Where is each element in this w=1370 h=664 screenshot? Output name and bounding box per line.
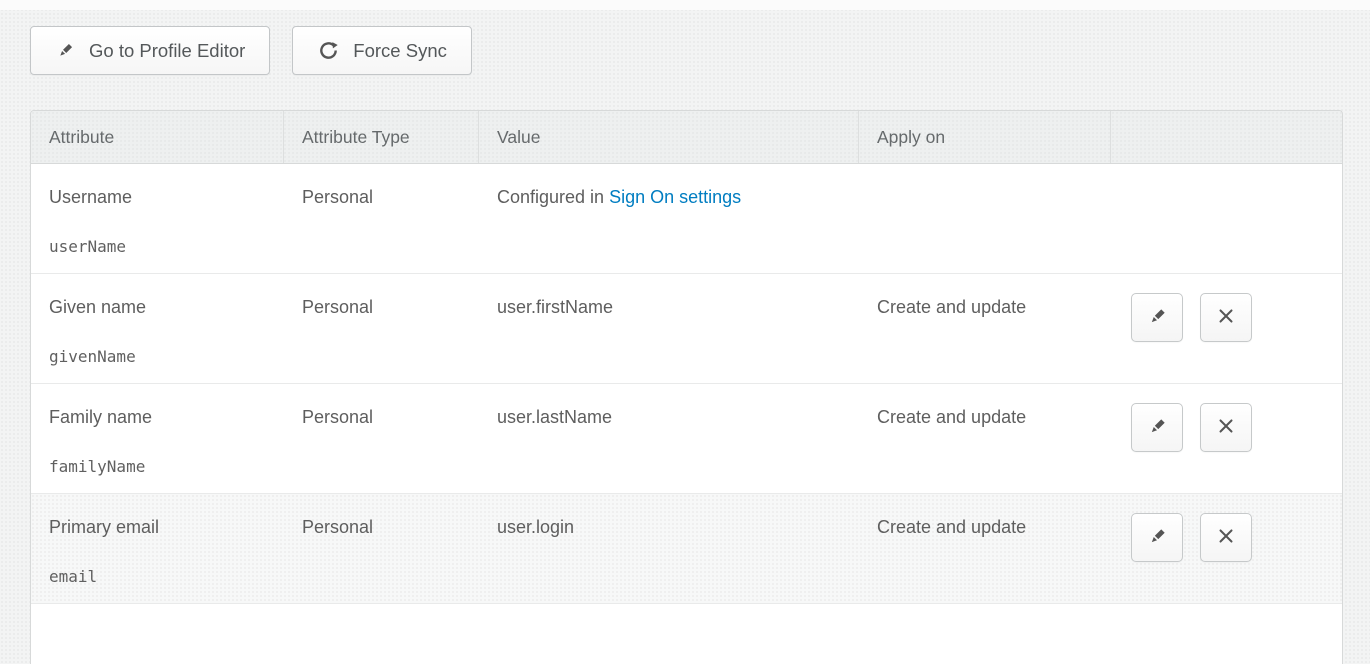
- apply-on-cell: Create and update: [859, 274, 1111, 383]
- table-row-family-name: Family name familyName Personal user.las…: [31, 384, 1342, 494]
- pencil-icon: [55, 40, 76, 61]
- value-cell: Configured in Sign On settings: [479, 164, 859, 273]
- pencil-icon: [1146, 305, 1169, 331]
- attribute-display-name: Username: [49, 186, 284, 208]
- attribute-type-cell: Personal: [284, 164, 479, 273]
- button-label: Go to Profile Editor: [89, 40, 245, 62]
- row-actions-cell: [1111, 494, 1342, 603]
- sign-on-settings-link[interactable]: Sign On settings: [609, 187, 741, 207]
- attribute-mappings-table: Attribute Attribute Type Value Apply on …: [30, 110, 1343, 664]
- go-to-profile-editor-button[interactable]: Go to Profile Editor: [30, 26, 270, 75]
- remove-attribute-button[interactable]: [1200, 403, 1252, 452]
- edit-attribute-button[interactable]: [1131, 513, 1183, 562]
- attribute-display-name: Family name: [49, 406, 284, 428]
- page-top-strip: [0, 0, 1370, 10]
- x-icon: [1215, 525, 1237, 550]
- column-header-attribute: Attribute: [31, 111, 284, 163]
- attribute-variable-name: userName: [49, 236, 284, 258]
- column-header-apply-on: Apply on: [859, 111, 1111, 163]
- attribute-type-cell: Personal: [284, 384, 479, 493]
- attribute-cell: Given name givenName: [31, 274, 284, 383]
- value-text: Configured in: [497, 187, 609, 207]
- x-icon: [1215, 415, 1237, 440]
- x-icon: [1215, 305, 1237, 330]
- attribute-variable-name: familyName: [49, 456, 284, 478]
- attribute-variable-name: givenName: [49, 346, 284, 368]
- attribute-type-cell: Personal: [284, 494, 479, 603]
- attribute-cell: Primary email email: [31, 494, 284, 603]
- apply-on-cell: Create and update: [859, 384, 1111, 493]
- table-header-row: Attribute Attribute Type Value Apply on: [31, 111, 1342, 164]
- column-header-attribute-type: Attribute Type: [284, 111, 479, 163]
- column-header-actions: [1111, 111, 1342, 163]
- attribute-type-cell: Personal: [284, 274, 479, 383]
- toolbar: Go to Profile Editor Force Sync: [30, 26, 472, 75]
- attribute-cell: Family name familyName: [31, 384, 284, 493]
- table-row-primary-email: Primary email email Personal user.login …: [31, 494, 1342, 604]
- force-sync-button[interactable]: Force Sync: [292, 26, 472, 75]
- remove-attribute-button[interactable]: [1200, 513, 1252, 562]
- attribute-cell: Username userName: [31, 164, 284, 273]
- value-cell: user.firstName: [479, 274, 859, 383]
- table-row-partial: [31, 604, 1342, 664]
- attribute-display-name: Given name: [49, 296, 284, 318]
- pencil-icon: [1146, 415, 1169, 441]
- table-row-username: Username userName Personal Configured in…: [31, 164, 1342, 274]
- table-row-given-name: Given name givenName Personal user.first…: [31, 274, 1342, 384]
- remove-attribute-button[interactable]: [1200, 293, 1252, 342]
- value-cell: user.lastName: [479, 384, 859, 493]
- row-actions-cell: [1111, 164, 1342, 273]
- row-actions-cell: [1111, 274, 1342, 383]
- apply-on-cell: Create and update: [859, 494, 1111, 603]
- column-header-value: Value: [479, 111, 859, 163]
- row-actions-cell: [1111, 384, 1342, 493]
- attribute-display-name: Primary email: [49, 516, 284, 538]
- button-label: Force Sync: [353, 40, 447, 62]
- value-cell: user.login: [479, 494, 859, 603]
- apply-on-cell: [859, 164, 1111, 273]
- edit-attribute-button[interactable]: [1131, 293, 1183, 342]
- pencil-icon: [1146, 525, 1169, 551]
- refresh-icon: [317, 39, 340, 62]
- attribute-variable-name: email: [49, 566, 284, 588]
- edit-attribute-button[interactable]: [1131, 403, 1183, 452]
